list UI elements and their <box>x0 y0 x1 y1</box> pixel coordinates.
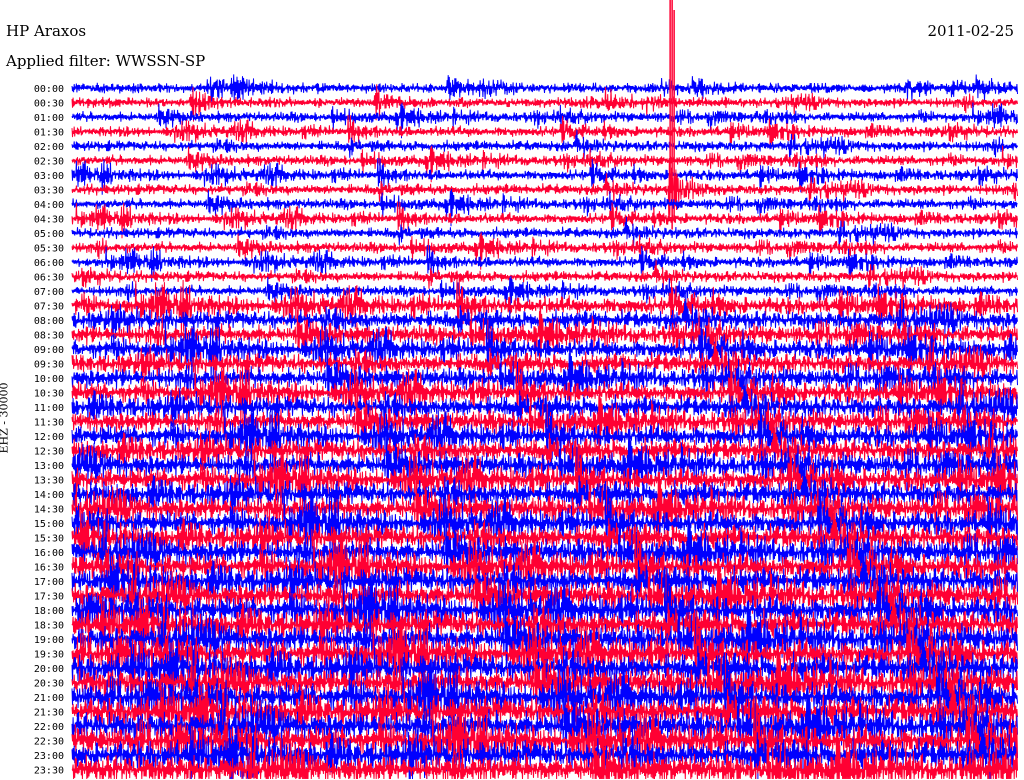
row-time-label: 05:00 <box>34 229 64 240</box>
row-time-label: 11:00 <box>34 403 64 414</box>
row-time-label: 22:00 <box>34 722 64 733</box>
row-time-label: 18:00 <box>34 606 64 617</box>
row-time-label: 00:30 <box>34 99 64 110</box>
row-time-label: 10:00 <box>34 374 64 385</box>
row-time-label: 06:00 <box>34 258 64 269</box>
row-time-label: 17:30 <box>34 592 64 603</box>
row-time-label: 02:00 <box>34 142 64 153</box>
row-time-label: 09:30 <box>34 360 64 371</box>
row-time-label: 08:30 <box>34 331 64 342</box>
row-time-label: 16:00 <box>34 548 64 559</box>
row-time-label: 06:30 <box>34 273 64 284</box>
row-time-label: 03:30 <box>34 186 64 197</box>
row-time-label: 02:30 <box>34 157 64 168</box>
row-time-label: 07:00 <box>34 287 64 298</box>
row-time-label: 22:30 <box>34 737 64 748</box>
trace-group <box>71 0 1018 780</box>
event-spike <box>669 0 675 230</box>
row-time-label: 17:00 <box>34 577 64 588</box>
row-time-label: 21:30 <box>34 708 64 719</box>
row-time-label: 00:00 <box>34 84 64 95</box>
row-time-label: 01:30 <box>34 128 64 139</box>
row-time-label: 20:30 <box>34 679 64 690</box>
row-time-label: 10:30 <box>34 389 64 400</box>
row-time-label: 14:00 <box>34 490 64 501</box>
row-time-label: 18:30 <box>34 621 64 632</box>
row-time-label: 13:30 <box>34 476 64 487</box>
row-time-label: 04:30 <box>34 215 64 226</box>
row-time-label: 23:00 <box>34 751 64 762</box>
row-time-label: 04:00 <box>34 200 64 211</box>
row-time-label: 15:30 <box>34 534 64 545</box>
row-time-label: 20:00 <box>34 664 64 675</box>
seismogram-plot: 00:00 00:30 01:00 01:30 02:00 02:30 03:00 03:30… <box>34 0 1018 780</box>
row-time-label: 23:30 <box>34 766 64 777</box>
row-time-label: 14:30 <box>34 505 64 516</box>
row-time-label: 05:30 <box>34 244 64 255</box>
row-time-label: 19:00 <box>34 635 64 646</box>
row-time-label: 01:00 <box>34 113 64 124</box>
row-time-label: 19:30 <box>34 650 64 661</box>
row-time-label: 08:00 <box>34 316 64 327</box>
time-tick-group: 00:00 00:30 01:00 01:30 02:00 02:30 03:00 03:30… <box>34 84 64 777</box>
row-time-label: 15:00 <box>34 519 64 530</box>
row-time-label: 09:00 <box>34 345 64 356</box>
row-time-label: 12:00 <box>34 432 64 443</box>
row-time-label: 13:00 <box>34 461 64 472</box>
row-time-label: 11:30 <box>34 418 64 429</box>
row-time-label: 16:30 <box>34 563 64 574</box>
row-time-label: 12:30 <box>34 447 64 458</box>
row-time-label: 21:00 <box>34 693 64 704</box>
row-time-label: 07:30 <box>34 302 64 313</box>
row-time-label: 03:00 <box>34 171 64 182</box>
